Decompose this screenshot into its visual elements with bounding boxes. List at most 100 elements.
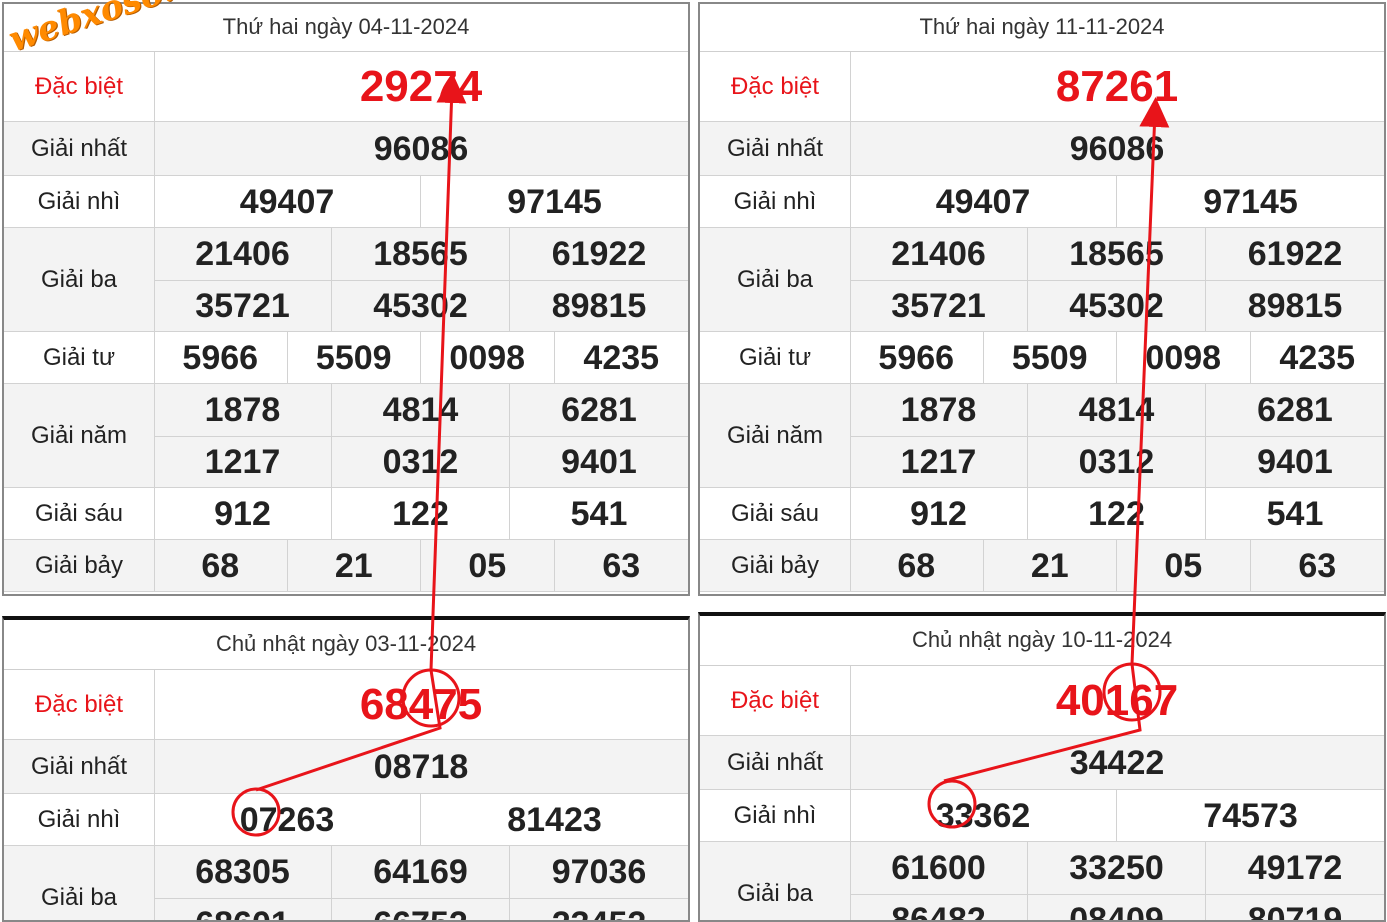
prize-number: 49172 [1247, 848, 1343, 887]
prize-number: 89815 [1247, 286, 1343, 325]
prize-row-dac-biet: Đặc biệt 68475 [4, 670, 688, 740]
prize-row-dac-biet: Đặc biệt 87261 [700, 52, 1384, 122]
prize-row-giai-tu: Giải tư 5966 5509 0098 4235 [700, 332, 1384, 384]
prize-label: Giải nhì [4, 794, 155, 845]
prize-row-giai-tu: Giải tư 5966 5509 0098 4235 [4, 332, 688, 384]
prize-number: 21 [288, 540, 421, 592]
prize-label: Giải nhất [4, 740, 155, 793]
prize-number: 45302 [1028, 280, 1206, 332]
prize-number: 1878 [850, 384, 1028, 436]
prize-row-dac-biet: Đặc biệt 29274 [4, 52, 688, 122]
result-panel-4: Chủ nhật ngày 10-11-2024 Đặc biệt 40167 Giả… [698, 612, 1386, 922]
prize-number: 33250 [1028, 842, 1206, 894]
prize-row-giai-sau: Giải sáu 912 122 541 [4, 488, 688, 540]
prize-number: 05 [1117, 540, 1251, 592]
prize-number: 34422 [1069, 743, 1165, 782]
prize-row-giai-nhi: Giải nhì 49407 97145 [700, 176, 1384, 228]
special-prize-number: 87261 [1055, 62, 1179, 111]
prize-number: 21406 [154, 228, 332, 280]
prize-number: 80719 [1247, 900, 1343, 922]
prize-number: 35721 [850, 280, 1028, 332]
prize-number: 18565 [332, 228, 510, 280]
prize-number: 0312 [1028, 436, 1206, 488]
prize-number: 912 [154, 488, 332, 540]
prize-number: 1217 [154, 436, 332, 488]
prize-number: 45302 [332, 280, 510, 332]
prize-number: 07263 [154, 794, 421, 846]
prize-row-giai-ba: Giải ba6830564169 97036 686016675223452 [4, 846, 688, 921]
prize-label: Giải sáu [700, 488, 851, 539]
prize-number: 97036 [551, 852, 647, 891]
prize-number: 63 [602, 546, 641, 585]
prize-number: 81423 [507, 800, 602, 839]
prize-row-giai-nam: Giải năm 1878 4814 6281 1217 0312 9401 [4, 384, 688, 488]
prize-number: 96086 [373, 129, 469, 168]
prize-number: 5509 [984, 332, 1117, 384]
result-panel-3: Chủ nhật ngày 03-11-2024 Đặc biệt 68475 Giả… [2, 616, 690, 922]
prize-row-giai-nhi: Giải nhì 49407 97145 [4, 176, 688, 228]
prize-label: Đặc biệt [4, 670, 155, 739]
prize-label: Giải ba [700, 842, 851, 920]
prize-label: Giải nhì [4, 176, 155, 227]
prize-number: 5966 [850, 332, 984, 384]
prize-row-giai-nhat: Giải nhất 96086 [700, 122, 1384, 176]
prize-number: 4235 [1279, 338, 1356, 377]
prize-label: Giải sáu [4, 488, 155, 539]
prize-number: 4814 [332, 384, 510, 436]
prize-number: 122 [1028, 488, 1206, 540]
prize-number: 08718 [373, 747, 469, 786]
prize-number: 6281 [1257, 390, 1333, 429]
prize-number: 49407 [850, 176, 1117, 228]
prize-row-giai-ba: Giải ba 61600 33250 49172 86482 08409 80719 [700, 842, 1384, 922]
prize-number: 61922 [1247, 234, 1343, 273]
prize-label: Giải ba [700, 228, 851, 331]
prize-label: Giải nhất [700, 122, 851, 175]
prize-label: Giải năm [4, 384, 155, 487]
prize-number: 64169 [332, 846, 510, 898]
prize-label: Giải bảy [4, 540, 155, 591]
prize-label: Đặc biệt [700, 52, 851, 121]
prize-number: 23452 [510, 898, 688, 921]
prize-number: 68601 [154, 898, 332, 920]
prize-label: Giải năm [700, 384, 851, 487]
prize-number: 68305 [154, 846, 332, 898]
result-panel-2: Thứ hai ngày 11-11-2024 Đặc biệt 87261 Giải… [698, 2, 1386, 596]
prize-number: 541 [1266, 494, 1324, 533]
prize-number: 61600 [850, 842, 1028, 894]
prize-number: 122 [332, 488, 510, 540]
prize-label: Giải nhất [700, 736, 851, 789]
panel-date-title: Chủ nhật ngày 03-11-2024 [4, 620, 688, 670]
prize-row-giai-ba: Giải ba 21406 18565 61922 35721 45302 89815 [700, 228, 1384, 332]
prize-row-dac-biet: Đặc biệt 40167 [700, 666, 1384, 736]
special-prize-number: 68475 [359, 680, 483, 729]
panel-date-title: Thứ hai ngày 11-11-2024 [700, 4, 1384, 52]
prize-number: 96086 [1069, 129, 1165, 168]
prize-row-giai-nhat: Giải nhất 34422 [700, 736, 1384, 790]
prize-number: 0312 [332, 436, 510, 488]
prize-label: Giải bảy [700, 540, 851, 591]
prize-number: 18565 [1028, 228, 1206, 280]
prize-number: 05 [421, 540, 555, 592]
prize-number: 61922 [551, 234, 647, 273]
prize-row-giai-nhat: Giải nhất 96086 [4, 122, 688, 176]
prize-row-giai-ba: Giải ba 21406 18565 61922 35721 45302 89815 [4, 228, 688, 332]
prize-number: 912 [850, 488, 1028, 540]
prize-label: Giải nhì [700, 790, 851, 841]
prize-row-giai-bay: Giải bảy 68 21 05 63 [4, 540, 688, 592]
prize-number: 35721 [154, 280, 332, 332]
prize-label: Giải ba [4, 228, 155, 331]
prize-number: 21 [984, 540, 1117, 592]
prize-label: Giải tư [4, 332, 155, 383]
prize-number: 97145 [1203, 182, 1298, 221]
prize-number: 5966 [154, 332, 288, 384]
prize-number: 541 [570, 494, 628, 533]
prize-number: 21406 [850, 228, 1028, 280]
prize-number: 9401 [561, 442, 637, 481]
special-prize-number: 29274 [359, 62, 483, 111]
prize-number: 4235 [583, 338, 660, 377]
prize-label: Giải tư [700, 332, 851, 383]
prize-number: 6281 [561, 390, 637, 429]
prize-number: 5509 [288, 332, 421, 384]
prize-row-giai-nhi: Giải nhì 33362 74573 [700, 790, 1384, 842]
prize-number: 1217 [850, 436, 1028, 488]
